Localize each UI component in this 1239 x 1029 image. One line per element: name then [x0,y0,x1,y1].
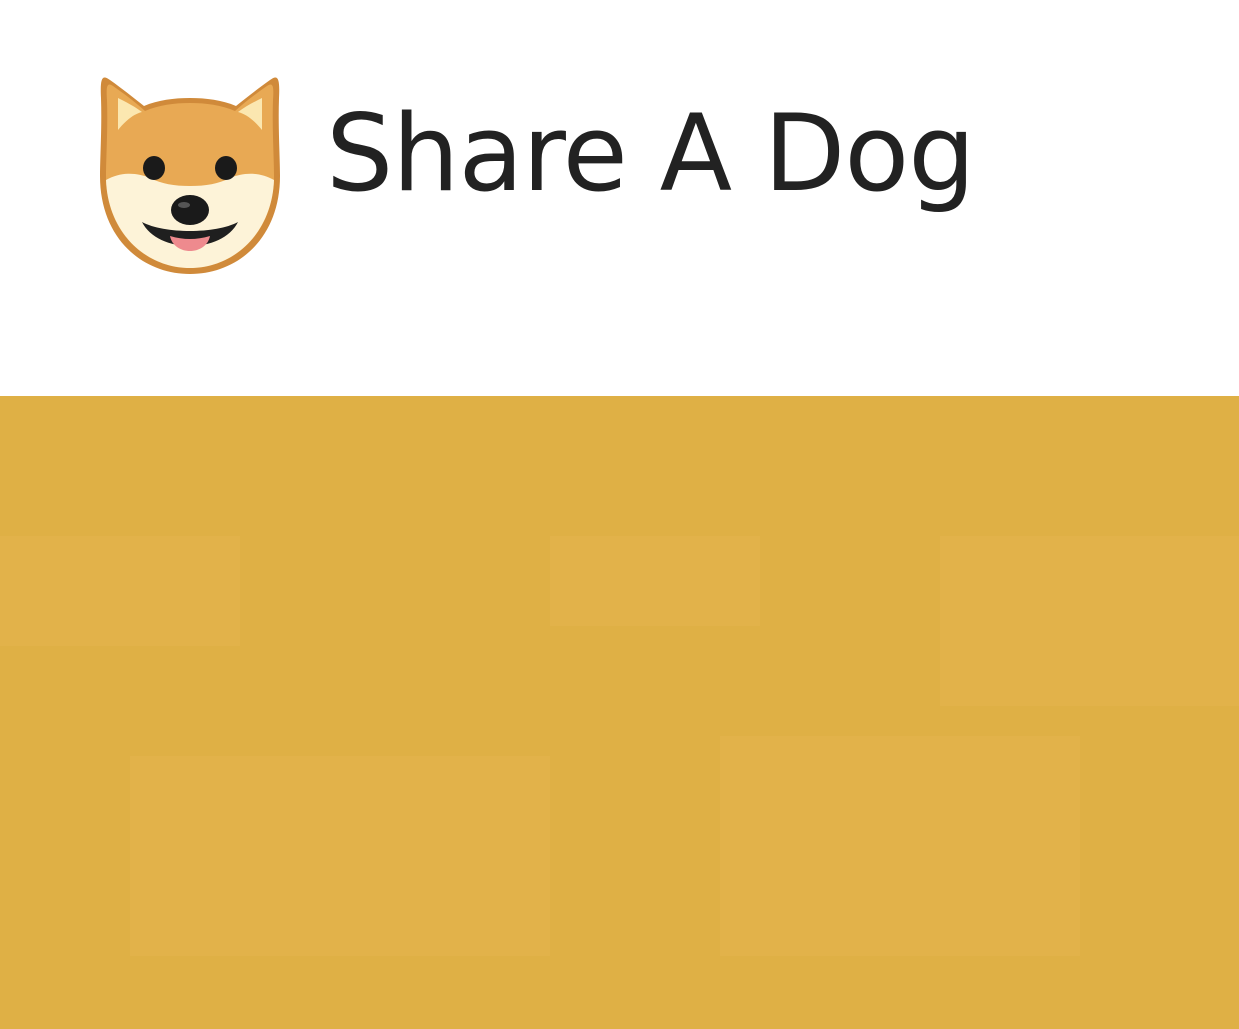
app-title: Share A Dog [326,92,976,215]
banner-texture [550,536,760,626]
dog-face-icon-svg [100,77,280,274]
hero-banner [0,396,1239,1029]
banner-texture [0,536,240,646]
banner-texture [940,536,1239,706]
dog-face-icon[interactable] [96,68,284,278]
banner-texture [130,756,550,956]
site-header: Share A Dog [0,0,1239,396]
banner-texture [720,736,1080,956]
